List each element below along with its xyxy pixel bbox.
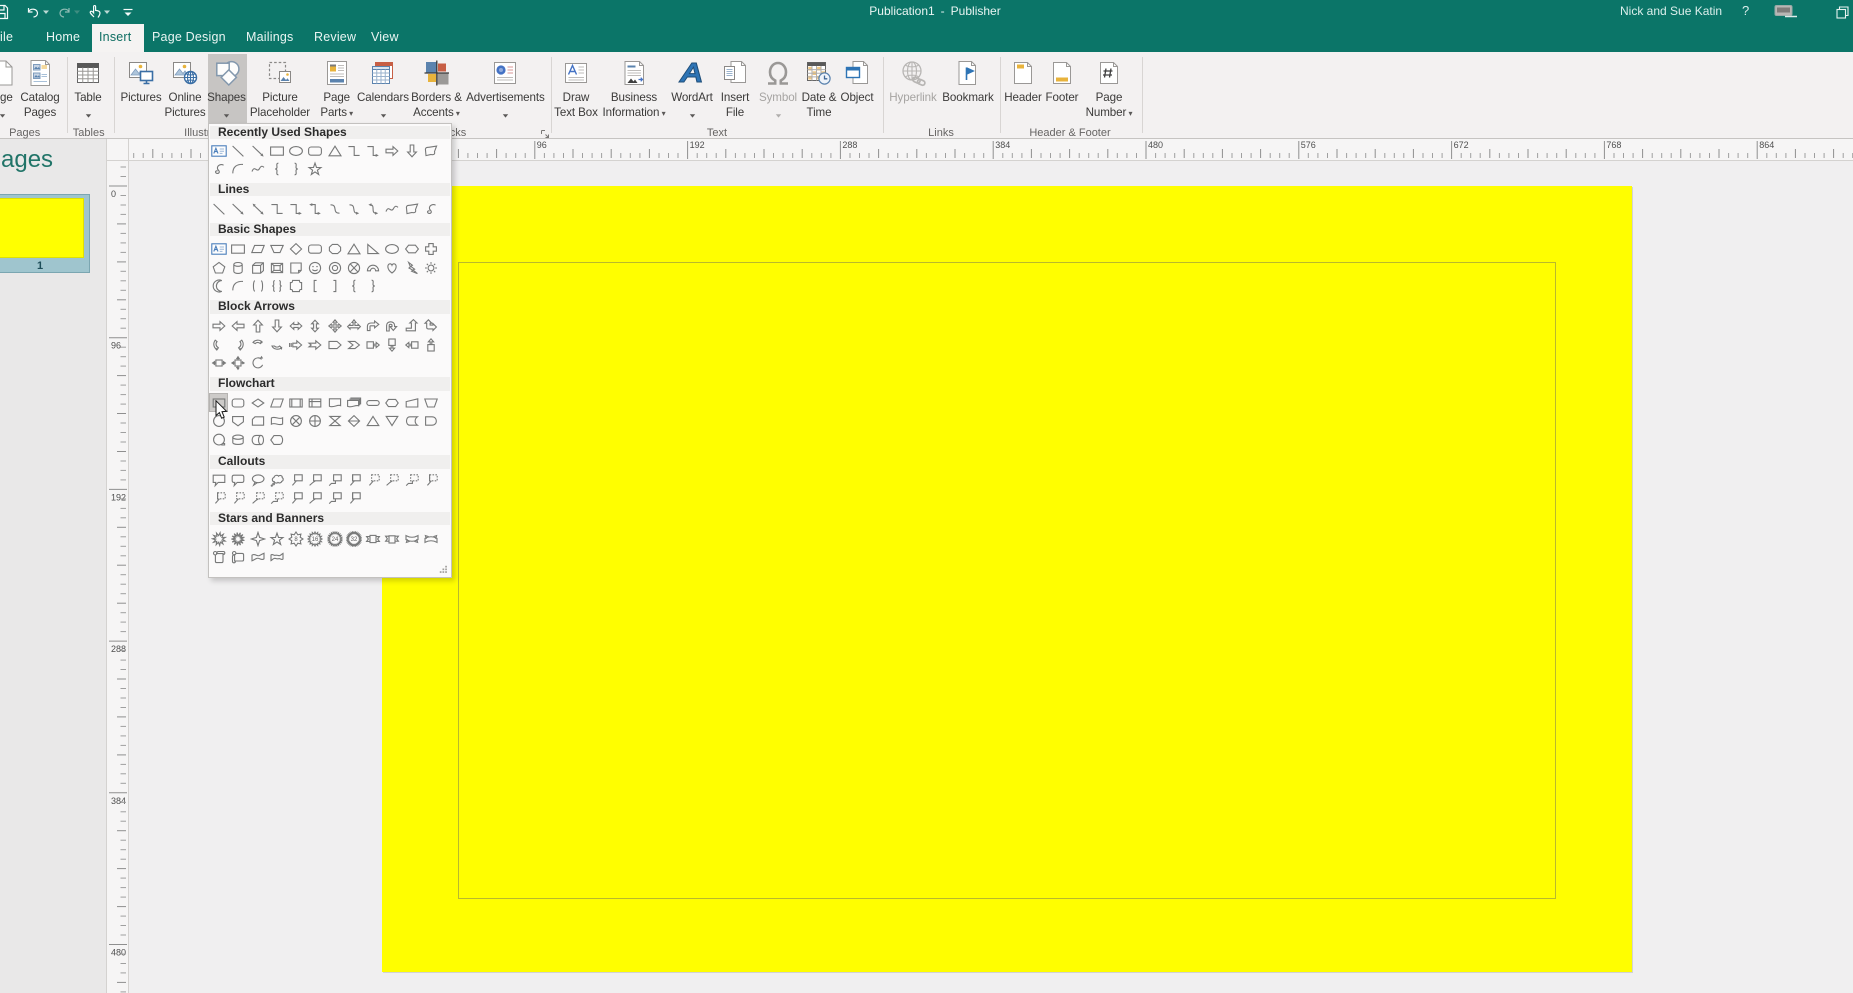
svg-text:480: 480	[1148, 140, 1163, 150]
svg-text:672: 672	[1454, 140, 1469, 150]
svg-text:32: 32	[351, 537, 358, 543]
svg-text:192: 192	[111, 492, 126, 502]
svg-text:480: 480	[111, 948, 126, 958]
svg-text:96: 96	[537, 140, 547, 150]
svg-text:24: 24	[331, 537, 338, 543]
svg-text:576: 576	[1301, 140, 1316, 150]
svg-text:96: 96	[111, 341, 121, 351]
svg-text:16: 16	[312, 537, 319, 543]
svg-text:384: 384	[111, 796, 126, 806]
svg-text:288: 288	[842, 140, 857, 150]
svg-text:192: 192	[690, 140, 705, 150]
svg-text:768: 768	[1606, 140, 1621, 150]
svg-text:384: 384	[995, 140, 1010, 150]
svg-text:288: 288	[111, 644, 126, 654]
svg-text:0: 0	[111, 189, 116, 199]
svg-text:864: 864	[1759, 140, 1774, 150]
svg-text:8: 8	[295, 537, 299, 543]
